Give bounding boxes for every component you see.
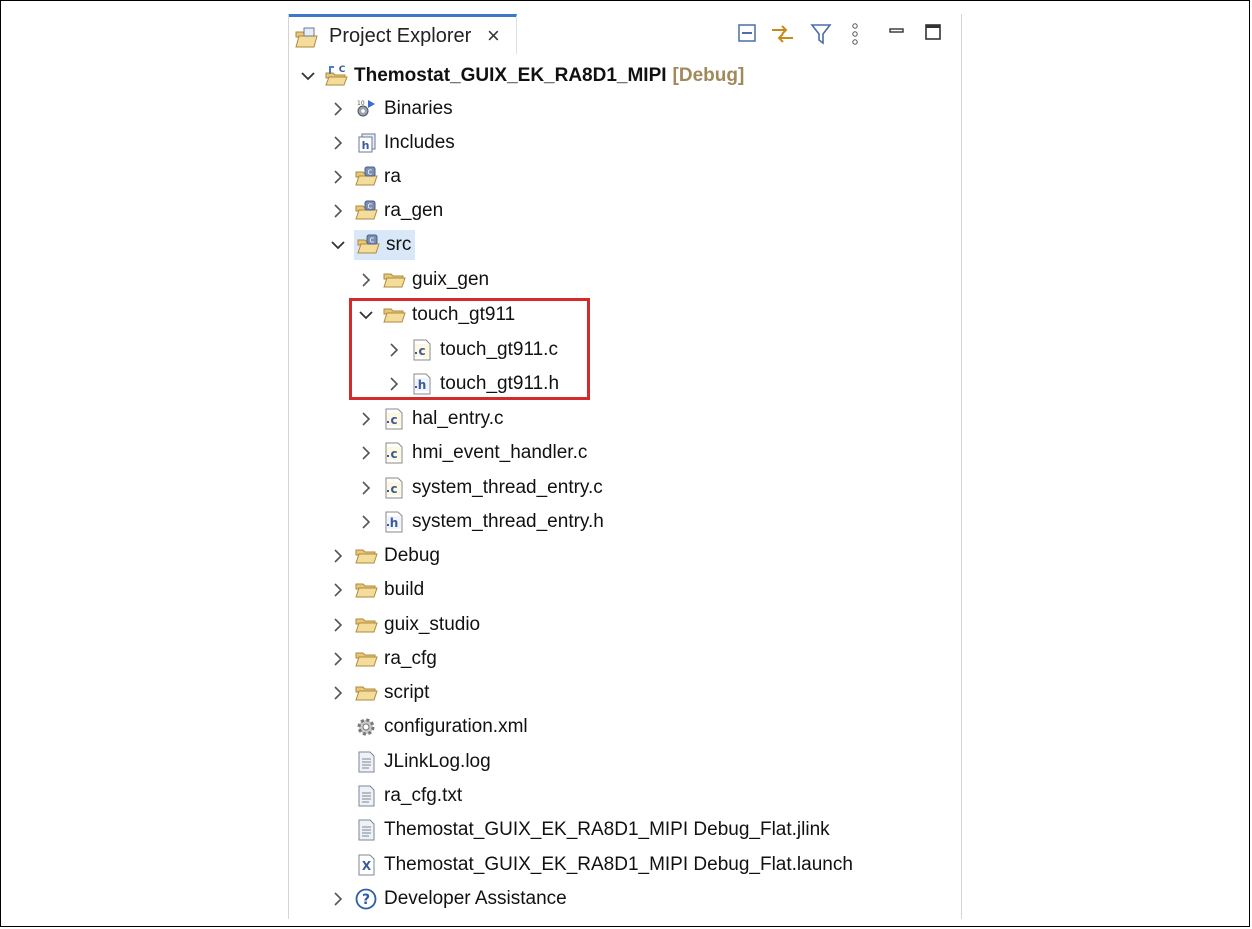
tree-item-label: Binaries [384, 98, 453, 119]
tree-item-label: src [386, 234, 412, 255]
tree-item-label: ra_gen [384, 200, 444, 221]
tree-item-label: guix_studio [384, 614, 481, 635]
folder-icon [354, 578, 378, 602]
view-tab-bar: Project Explorer × [289, 14, 961, 54]
tree-item-label: ra [384, 166, 401, 187]
folder-icon [382, 268, 406, 292]
tree-item-ra-cfg-txt[interactable]: ra_cfg.txt [354, 780, 462, 812]
highlight-annotation-box [349, 298, 590, 400]
tree-item-label: script [384, 682, 430, 703]
link-editor-icon[interactable] [769, 22, 797, 51]
tree-item-configuration-xml[interactable]: configuration.xml [354, 711, 528, 743]
folder-icon [354, 681, 378, 705]
tree-item-build[interactable]: build [330, 574, 424, 606]
tree-item-label: build [384, 579, 425, 600]
tree-item-label: guix_gen [412, 269, 490, 290]
chevron-right-icon[interactable] [330, 651, 346, 667]
tree-root-project[interactable]: Themostat_GUIX_EK_RA8D1_MIPI [Debug] [300, 60, 744, 92]
tree-item-guix-studio[interactable]: guix_studio [330, 609, 480, 641]
tree-item-label: Themostat_GUIX_EK_RA8D1_MIPI Debug_Flat.… [384, 854, 853, 875]
chevron-right-icon[interactable] [330, 617, 346, 633]
tree-item-jlinklog-log[interactable]: JLinkLog.log [354, 746, 491, 778]
tree-item-label: Includes [384, 132, 455, 153]
tree-item-script[interactable]: script [330, 677, 429, 709]
tree-item-label: configuration.xml [384, 716, 528, 737]
tab-project-explorer[interactable]: Project Explorer × [289, 14, 517, 54]
minimize-icon[interactable] [887, 22, 907, 47]
tree-item-src[interactable]: src [330, 229, 416, 261]
tree-item-ra-cfg[interactable]: ra_cfg [330, 643, 437, 675]
c-file-icon [382, 407, 406, 431]
tree-item-debug[interactable]: Debug [330, 540, 440, 572]
chevron-down-icon[interactable] [300, 68, 316, 84]
tree-item-label: Debug [384, 545, 440, 566]
tree-item-binaries[interactable]: Binaries [330, 93, 453, 125]
build-config-tag: [Debug] [672, 65, 745, 86]
source-folder-icon [354, 199, 378, 223]
tree-item-ra[interactable]: ra [330, 161, 401, 193]
tree-item-label: hmi_event_handler.c [412, 442, 588, 463]
text-file-icon [354, 750, 378, 774]
chevron-right-icon[interactable] [330, 685, 346, 701]
chevron-right-icon[interactable] [330, 135, 346, 151]
folder-icon [354, 613, 378, 637]
tree-item-label: hal_entry.c [412, 408, 504, 429]
includes-icon [354, 131, 378, 155]
chevron-right-icon[interactable] [358, 514, 374, 530]
chevron-right-icon[interactable] [358, 480, 374, 496]
tree-item-hal-entry-c[interactable]: hal_entry.c [358, 403, 504, 435]
chevron-right-icon[interactable] [330, 891, 346, 907]
chevron-right-icon[interactable] [330, 582, 346, 598]
h-file-icon [382, 510, 406, 534]
chevron-right-icon[interactable] [358, 411, 374, 427]
launch-file-icon [354, 853, 378, 877]
folder-icon [354, 647, 378, 671]
tree-item-label: system_thread_entry.c [412, 477, 603, 498]
text-file-icon [354, 784, 378, 808]
project-name: Themostat_GUIX_EK_RA8D1_MIPI [354, 65, 667, 86]
c-project-icon [324, 64, 348, 88]
tree-item-system-thread-entry-c[interactable]: system_thread_entry.c [358, 472, 603, 504]
chevron-right-icon[interactable] [330, 548, 346, 564]
tab-label: Project Explorer [329, 25, 472, 47]
chevron-right-icon[interactable] [330, 203, 346, 219]
help-icon [354, 887, 378, 911]
c-file-icon [382, 441, 406, 465]
chevron-right-icon[interactable] [358, 445, 374, 461]
tree-item-system-thread-entry-h[interactable]: system_thread_entry.h [358, 506, 604, 538]
chevron-right-icon[interactable] [358, 272, 374, 288]
tree-item-includes[interactable]: Includes [330, 127, 455, 159]
source-folder-icon [354, 165, 378, 189]
source-folder-icon [356, 233, 380, 257]
selection-highlight: src [354, 230, 416, 260]
filter-icon[interactable] [809, 22, 833, 51]
tree-item-debug-flat-launch[interactable]: Themostat_GUIX_EK_RA8D1_MIPI Debug_Flat.… [354, 849, 853, 881]
tree-item-label: ra_cfg.txt [384, 785, 463, 806]
tree-item-hmi-event-handler-c[interactable]: hmi_event_handler.c [358, 437, 587, 469]
tree-item-label: system_thread_entry.h [412, 511, 604, 532]
tree-item-guix-gen[interactable]: guix_gen [358, 264, 489, 296]
view-menu-icon[interactable] [849, 22, 861, 51]
tree-item-developer-assistance[interactable]: Developer Assistance [330, 883, 567, 915]
chevron-right-icon[interactable] [330, 101, 346, 117]
tree-item-label: JLinkLog.log [384, 751, 491, 772]
tree-item-label: ra_cfg [384, 648, 437, 669]
text-file-icon [354, 818, 378, 842]
chevron-down-icon[interactable] [330, 237, 346, 253]
project-explorer-icon [295, 27, 321, 54]
collapse-all-icon[interactable] [737, 22, 759, 49]
maximize-icon[interactable] [923, 22, 943, 47]
close-icon[interactable]: × [487, 23, 500, 49]
binaries-icon [354, 97, 378, 121]
tree-item-debug-flat-jlink[interactable]: Themostat_GUIX_EK_RA8D1_MIPI Debug_Flat.… [354, 814, 830, 846]
gear-icon [354, 715, 378, 739]
c-file-icon [382, 476, 406, 500]
tree-item-label: Themostat_GUIX_EK_RA8D1_MIPI Debug_Flat.… [384, 819, 830, 840]
folder-icon [354, 544, 378, 568]
tree-item-label: Developer Assistance [384, 888, 567, 909]
tree-item-ra-gen[interactable]: ra_gen [330, 195, 443, 227]
chevron-right-icon[interactable] [330, 169, 346, 185]
